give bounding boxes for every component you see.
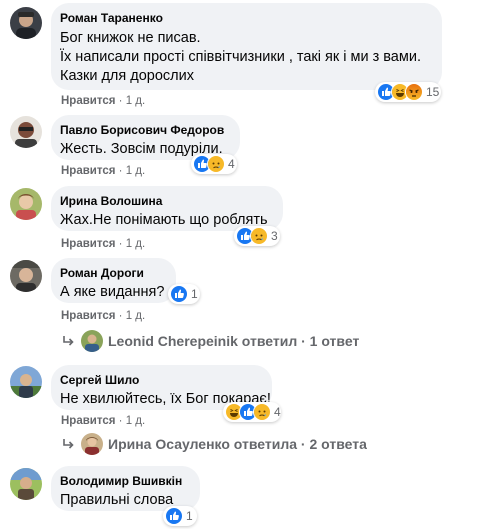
reply-arrow-icon xyxy=(63,439,74,449)
avatar[interactable] xyxy=(10,188,42,220)
reaction-count: 15 xyxy=(426,85,440,99)
sad-reaction-icon xyxy=(207,155,225,173)
comment-meta: Нравится · 1 д. xyxy=(61,95,146,107)
replies-link[interactable]: Leonid Cherepeinik ответил · 1 ответ xyxy=(61,330,359,352)
reaction-count: 4 xyxy=(228,157,235,171)
like-button[interactable]: Нравится xyxy=(61,415,115,427)
avatar[interactable] xyxy=(10,260,42,292)
comment-author[interactable]: Ирина Волошина xyxy=(60,193,271,209)
comment-meta: Нравится · 1 д. xyxy=(61,238,146,250)
reaction-summary[interactable]: 1 xyxy=(163,506,197,526)
avatar[interactable] xyxy=(10,366,42,398)
angry-reaction-icon xyxy=(405,83,423,101)
comment-author[interactable]: Володимир Вшивкін xyxy=(60,473,188,489)
like-reaction-icon xyxy=(165,507,183,525)
like-button[interactable]: Нравится xyxy=(61,165,115,177)
reaction-count: 4 xyxy=(274,405,281,419)
comment-author[interactable]: Сергей Шило xyxy=(60,372,260,388)
comment-meta: Нравится · 1 д. xyxy=(61,165,146,177)
replies-summary[interactable]: Leonid Cherepeinik ответил · 1 ответ xyxy=(108,333,359,349)
comment-author[interactable]: Павло Борисович Федоров xyxy=(60,122,228,138)
avatar[interactable] xyxy=(10,7,42,39)
reply-arrow-icon xyxy=(63,336,74,346)
replies-link[interactable]: Ирина Осауленко ответила · 2 ответа xyxy=(61,433,367,455)
reply-avatar[interactable] xyxy=(81,433,103,455)
reaction-summary[interactable]: 3 xyxy=(234,226,280,246)
comment-author[interactable]: Роман Тараненко xyxy=(60,10,430,26)
avatar[interactable] xyxy=(10,116,42,148)
comment-time[interactable]: 1 д. xyxy=(126,415,146,427)
reaction-summary[interactable]: 4 xyxy=(223,402,281,422)
sad-reaction-icon xyxy=(250,227,268,245)
comment-bubble: Роман Тараненко Бог книжок не писав. Їх … xyxy=(51,3,442,90)
like-button[interactable]: Нравится xyxy=(61,95,115,107)
reaction-count: 3 xyxy=(271,229,278,243)
like-button[interactable]: Нравится xyxy=(61,310,115,322)
replies-summary[interactable]: Ирина Осауленко ответила · 2 ответа xyxy=(108,436,367,452)
comment-time[interactable]: 1 д. xyxy=(126,238,146,250)
reaction-summary[interactable]: 1 xyxy=(168,284,200,304)
like-reaction-icon xyxy=(170,285,188,303)
comment-meta: Нравится · 1 д. xyxy=(61,310,146,322)
reaction-summary[interactable]: 4 xyxy=(191,154,237,174)
comment-meta: Нравится · 1 д. xyxy=(61,415,146,427)
comment-time[interactable]: 1 д. xyxy=(126,95,146,107)
like-button[interactable]: Нравится xyxy=(61,238,115,250)
comment-time[interactable]: 1 д. xyxy=(126,310,146,322)
comment-author[interactable]: Роман Дороги xyxy=(60,265,164,281)
comment-bubble: Ирина Волошина Жах.Не понімають що робля… xyxy=(51,186,283,231)
comment-time[interactable]: 1 д. xyxy=(126,165,146,177)
comment-bubble: Роман Дороги А яке видання? xyxy=(51,258,176,303)
comment-text: Казки для дорослих xyxy=(60,68,194,84)
sad-reaction-icon xyxy=(253,403,271,421)
comment-bubble: Володимир Вшивкін Правильні слова xyxy=(51,466,200,511)
comment-text: Бог книжок не писав. xyxy=(60,30,201,46)
reaction-summary[interactable]: 15 xyxy=(375,82,441,102)
comment-text: А яке видання? xyxy=(60,284,165,300)
avatar[interactable] xyxy=(10,468,42,500)
comment-text: Їх написали прості співвітчизники , такі… xyxy=(60,49,421,65)
reaction-count: 1 xyxy=(191,287,198,301)
reaction-count: 1 xyxy=(186,509,193,523)
reply-avatar[interactable] xyxy=(81,330,103,352)
